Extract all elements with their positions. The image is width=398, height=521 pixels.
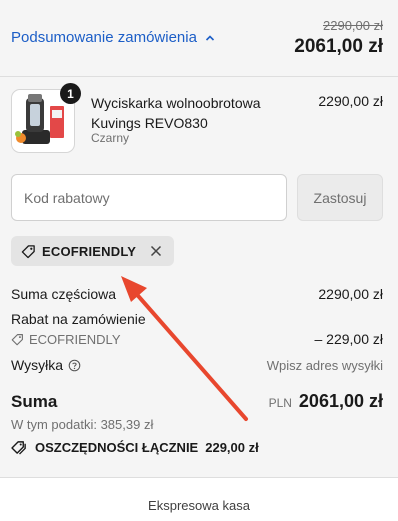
total-row: Suma PLN 2061,00 zł (11, 391, 383, 412)
tag-icon (21, 244, 35, 258)
total-amount: PLN 2061,00 zł (269, 391, 383, 412)
discount-code-input[interactable] (11, 174, 287, 221)
original-total: 2290,00 zł (323, 18, 383, 33)
tags-icon (11, 441, 26, 455)
product-name: Wyciskarka wolnoobrotowa Kuvings REVO830 (91, 95, 261, 131)
order-summary-toggle[interactable]: Podsumowanie zamówienia (11, 29, 215, 46)
order-discount-row: Rabat na zamówienie (11, 311, 383, 327)
product-price: 2290,00 zł (318, 93, 383, 109)
order-discount-code-label: ECOFRIENDLY (11, 332, 121, 347)
order-discount-value: – 229,00 zł (314, 331, 384, 347)
express-checkout-section: Ekspresowa kasa (0, 477, 398, 521)
chevron-up-icon (205, 34, 215, 41)
applied-discount-chip: ECOFRIENDLY (11, 236, 175, 266)
order-discount-code: ECOFRIENDLY (29, 331, 121, 347)
shipping-row: Wysyłka Wpisz adres wysyłki (11, 357, 383, 373)
order-summary-header: Podsumowanie zamówienia 2290,00 zł 2061,… (0, 0, 398, 77)
discounted-total: 2061,00 zł (294, 36, 383, 57)
order-discount-label: Rabat na zamówienie (11, 311, 146, 327)
product-image: 1 (11, 83, 81, 153)
help-circle-icon[interactable] (68, 359, 81, 372)
savings-value: 229,00 zł (205, 440, 259, 455)
order-discount-detail-row: ECOFRIENDLY – 229,00 zł (11, 331, 383, 347)
tax-note: W tym podatki: 385,39 zł (11, 417, 154, 432)
tag-icon (11, 333, 23, 345)
total-savings: OSZCZĘDNOŚCI ŁĄCZNIE 229,00 zł (11, 440, 259, 455)
apply-discount-button[interactable]: Zastosuj (297, 174, 383, 221)
subtotal-value: 2290,00 zł (318, 286, 383, 302)
quantity-badge: 1 (60, 83, 81, 104)
total-currency: PLN (268, 396, 292, 410)
applied-discount-code: ECOFRIENDLY (42, 243, 137, 259)
shipping-value: Wpisz adres wysyłki (266, 357, 383, 373)
subtotal-label: Suma częściowa (11, 286, 117, 302)
total-label: Suma (11, 391, 58, 411)
express-checkout-label: Ekspresowa kasa (148, 498, 250, 513)
shipping-label-group: Wysyłka (11, 357, 81, 373)
remove-discount-icon[interactable] (148, 243, 164, 259)
subtotal-row: Suma częściowa 2290,00 zł (11, 286, 383, 302)
total-value: 2061,00 zł (298, 391, 383, 411)
savings-label: OSZCZĘDNOŚCI ŁĄCZNIE (35, 440, 199, 455)
shipping-label: Wysyłka (11, 357, 63, 373)
order-summary-toggle-label: Podsumowanie zamówienia (11, 29, 197, 46)
product-variant: Czarny (91, 131, 130, 145)
